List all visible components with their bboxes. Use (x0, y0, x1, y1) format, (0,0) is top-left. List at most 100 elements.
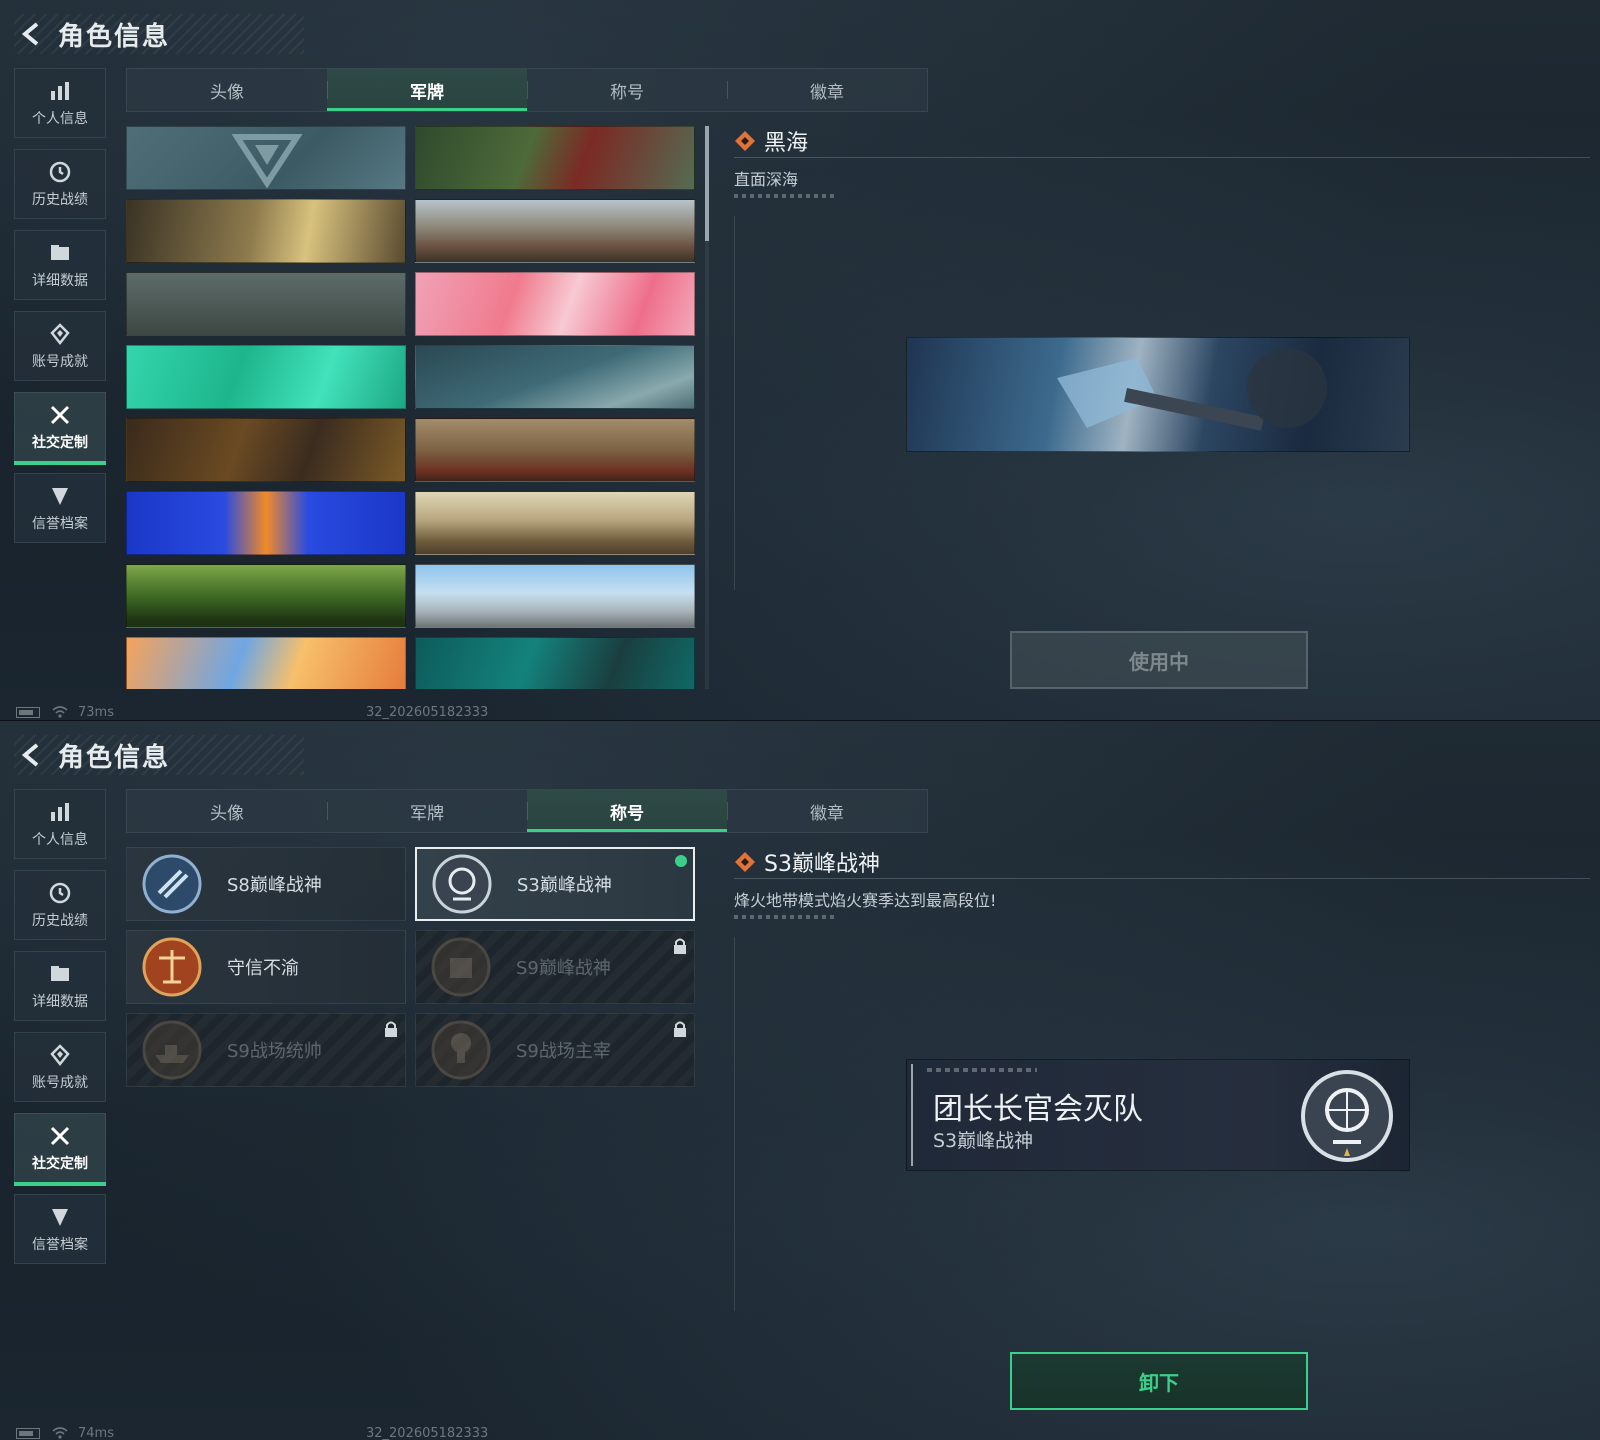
tab-title[interactable]: 称号 (527, 790, 727, 832)
title-badge (141, 936, 203, 998)
scales-emblem-icon (142, 937, 202, 997)
dogtag-banner[interactable] (415, 418, 695, 482)
dogtag-banner[interactable] (126, 637, 406, 689)
selected-description: 烽火地带模式焰火赛季达到最高段位! (734, 891, 997, 910)
title-badge (141, 853, 203, 915)
latency-text: 73ms (78, 704, 114, 720)
dogtag-banner[interactable] (415, 345, 695, 409)
title-badge (430, 936, 492, 998)
emblem-icon (142, 854, 202, 914)
dogtag-banner[interactable] (415, 199, 695, 263)
card-decoration (927, 1068, 1037, 1072)
scroll-thumb[interactable] (705, 126, 709, 241)
building-emblem-icon (431, 937, 491, 997)
axe-illustration (1057, 348, 1327, 431)
dogtag-banner[interactable] (126, 345, 406, 409)
sidebar-item-achievements[interactable]: 账号成就 (14, 1032, 106, 1102)
sidebar-item-social-custom[interactable]: 社交定制 (14, 392, 106, 465)
globe-emblem-icon (432, 854, 492, 914)
tab-dogtag[interactable]: 军牌 (327, 69, 527, 111)
title-item[interactable]: 守信不渝 (126, 930, 406, 1004)
bar-chart-icon (51, 81, 69, 100)
in-use-button[interactable]: 使用中 (1010, 631, 1308, 689)
clock-icon (49, 882, 71, 903)
clock-icon (49, 161, 71, 182)
dogtag-banner[interactable] (415, 637, 695, 689)
back-arrow-icon (21, 743, 39, 767)
tab-bar: 头像 军牌 称号 徽章 (126, 789, 928, 833)
tab-bar: 头像 军牌 称号 徽章 (126, 68, 928, 112)
dogtag-banner[interactable] (126, 418, 406, 482)
page-header: 角色信息 (14, 14, 304, 54)
sidebar-item-history[interactable]: 历史战绩 (14, 870, 106, 940)
sidebar-item-personal-info[interactable]: 个人信息 (14, 68, 106, 138)
dogtag-banner[interactable] (415, 491, 695, 555)
sidebar-item-details[interactable]: 详细数据 (14, 951, 106, 1021)
sidebar-item-achievements[interactable]: 账号成就 (14, 311, 106, 381)
dogtag-banner[interactable] (126, 491, 406, 555)
title-badge (141, 1019, 203, 1081)
title-item-locked[interactable]: S9战场统帅 (126, 1013, 406, 1087)
equipped-indicator (675, 855, 687, 867)
tab-avatar[interactable]: 头像 (127, 69, 327, 111)
diamond-marker-icon (735, 851, 755, 872)
tab-dogtag[interactable]: 军牌 (327, 790, 527, 832)
title-item[interactable]: S8巅峰战神 (126, 847, 406, 921)
battery-icon (16, 706, 40, 718)
sidebar-item-history[interactable]: 历史战绩 (14, 149, 106, 219)
back-button[interactable] (14, 16, 50, 52)
grid-scrollbar[interactable] (705, 126, 709, 689)
dogtag-banner[interactable] (415, 126, 695, 190)
unequip-button[interactable]: 卸下 (1010, 1352, 1308, 1410)
back-button[interactable] (14, 737, 50, 773)
detail-header: S3巅峰战神 烽火地带模式焰火赛季达到最高段位! (734, 845, 1590, 919)
dogtag-grid (126, 126, 706, 689)
back-arrow-icon (21, 22, 39, 46)
tab-badge[interactable]: 徽章 (727, 790, 927, 832)
sidebar-item-social-custom[interactable]: 社交定制 (14, 1113, 106, 1186)
dogtag-banner[interactable] (126, 126, 406, 190)
dogtag-grid-area (126, 126, 706, 689)
battery-icon (16, 1427, 40, 1439)
tab-badge[interactable]: 徽章 (727, 69, 927, 111)
selected-name: 黑海 (764, 130, 809, 156)
selected-description: 直面深海 (734, 170, 799, 189)
dogtag-banner[interactable] (126, 199, 406, 263)
selected-name: S3巅峰战神 (764, 851, 880, 877)
sidebar-item-details[interactable]: 详细数据 (14, 230, 106, 300)
title-badge (431, 853, 493, 915)
build-text: 32_202605182333 (365, 704, 489, 720)
detail-divider (734, 194, 834, 198)
lock-icon (674, 1021, 686, 1037)
dogtag-banner[interactable] (415, 272, 695, 336)
player-name: 团长长官会灭队 (933, 1092, 1143, 1127)
title-panel: 角色信息 个人信息 历史战绩 详细数据 账号成就 社交定制 信誉档案 头像 军牌 (0, 720, 1600, 1440)
detail-divider (734, 915, 834, 919)
card-title-name: S3巅峰战神 (933, 1130, 1034, 1152)
title-item-locked[interactable]: S9战场主宰 (415, 1013, 695, 1087)
detail-header: 黑海 直面深海 (734, 124, 1590, 198)
tab-avatar[interactable]: 头像 (127, 790, 327, 832)
globe-emblem-icon (1301, 1070, 1393, 1162)
title-item-locked[interactable]: S9巅峰战神 (415, 930, 695, 1004)
dogtag-preview (906, 337, 1410, 452)
build-text: 32_202605182333 (365, 1425, 489, 1440)
tab-title[interactable]: 称号 (527, 69, 727, 111)
sidebar-item-personal-info[interactable]: 个人信息 (14, 789, 106, 859)
folder-icon (51, 965, 69, 981)
sidebar-item-credit[interactable]: 信誉档案 (14, 473, 106, 543)
page-header: 角色信息 (14, 735, 304, 775)
status-bar: 73ms 32_202605182333 (16, 702, 488, 720)
logo-icon (231, 134, 303, 189)
dogtag-banner[interactable] (126, 272, 406, 336)
wifi-icon (52, 706, 68, 718)
dogtag-banner[interactable] (415, 564, 695, 628)
title-badge (430, 1019, 492, 1081)
diamond-icon (50, 1043, 70, 1066)
title-item-selected[interactable]: S3巅峰战神 (415, 847, 695, 921)
sidebar: 个人信息 历史战绩 详细数据 账号成就 社交定制 信誉档案 (14, 789, 106, 1275)
dogtag-banner[interactable] (126, 564, 406, 628)
sidebar-item-credit[interactable]: 信誉档案 (14, 1194, 106, 1264)
card-corner-bracket (911, 1064, 921, 1166)
shield-icon (52, 1208, 68, 1226)
